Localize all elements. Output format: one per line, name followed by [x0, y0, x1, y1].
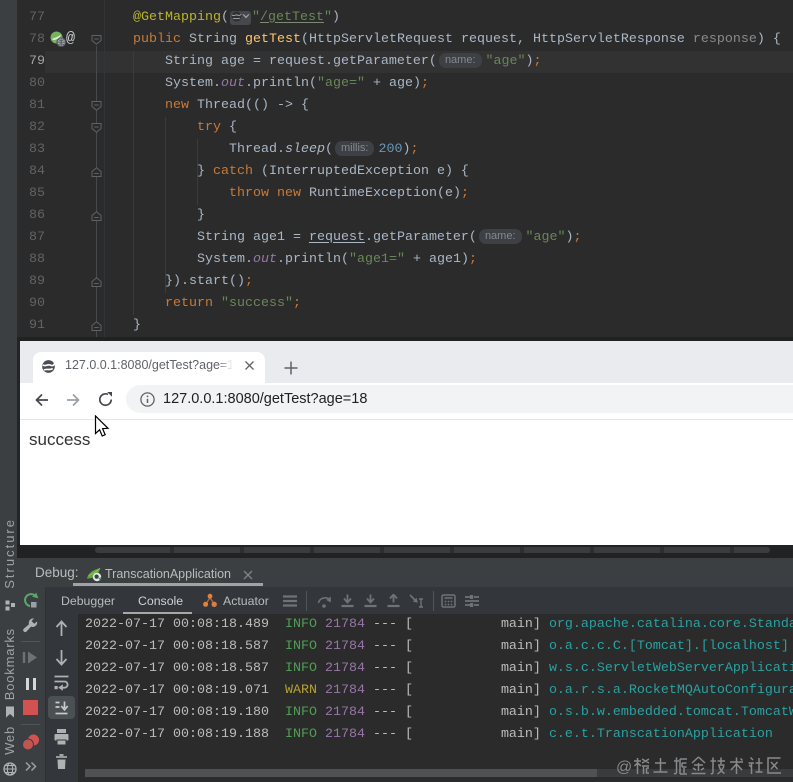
- svg-text:@: @: [616, 759, 632, 776]
